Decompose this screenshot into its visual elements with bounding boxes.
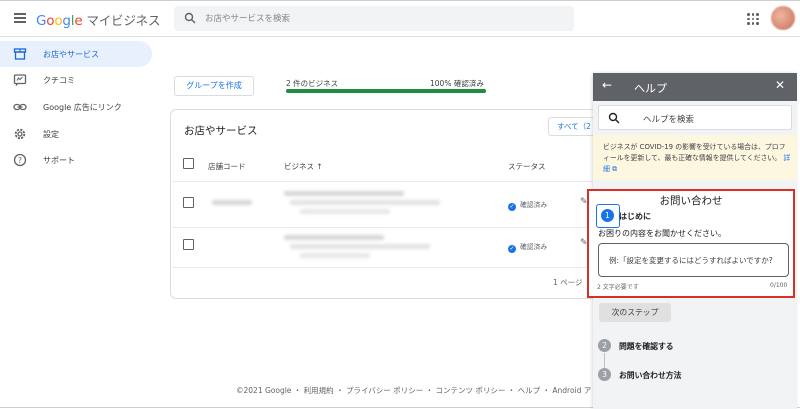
sidebar-item-label: サポート [43, 156, 75, 165]
step3-label[interactable]: お問い合わせ方法 [619, 370, 681, 381]
gear-icon [14, 128, 26, 140]
prompt-text: お困りの内容をお聞かせください。 [598, 229, 726, 238]
external-link-icon: ⧉ [612, 165, 618, 173]
app-frame: Google マイビジネス お店やサービスを検索 お店やサービス クチコミ Goo… [0, 0, 800, 409]
logo-letter: e [74, 13, 83, 29]
search-bar[interactable]: お店やサービスを検索 [174, 6, 574, 31]
step2-label[interactable]: 問題を確認する [619, 341, 674, 352]
divider [172, 181, 598, 182]
character-counter: 0/100 [770, 282, 788, 289]
pagination: 1 ページ [553, 278, 583, 287]
help-title: ヘルプ [634, 82, 667, 95]
business-name-redacted [284, 191, 404, 196]
covid-notice: ビジネスが COVID-19 の影響を受けている場合は、プロフィールを更新して、… [593, 135, 797, 180]
close-icon[interactable]: ✕ [775, 78, 785, 92]
sidebar-item-label: お店やサービス [43, 50, 99, 59]
next-step-button[interactable]: 次のステップ [599, 303, 671, 322]
help-search-bar[interactable]: ヘルプを検索 [598, 105, 792, 130]
textarea-placeholder: 例:「設定を変更するにはどうすればよいですか? [609, 256, 773, 265]
character-requirement: 2 文字必要です [597, 284, 639, 291]
link-icon [13, 103, 27, 111]
step1-label: はじめに [619, 212, 651, 221]
sidebar-item-reviews[interactable]: クチコミ [0, 67, 152, 93]
verification-progress-bar [286, 89, 486, 93]
status-badge: ✓ 確認済み [508, 241, 547, 253]
column-header-store-code[interactable]: 店舗コード [208, 161, 246, 172]
divider [172, 267, 598, 268]
business-count: 2 件のビジネス [286, 79, 339, 88]
verified-percent: 100% 確認済み [430, 79, 484, 88]
help-search-input[interactable]: ヘルプを検索 [643, 113, 694, 125]
search-icon [184, 12, 196, 24]
search-input[interactable]: お店やサービスを検索 [205, 12, 290, 24]
status-badge: ✓ 確認済み [508, 199, 547, 211]
step-number-badge: 3 [598, 368, 611, 381]
divider [172, 227, 598, 228]
create-group-button[interactable]: グループを作成 [174, 76, 254, 96]
footer-links[interactable]: ©2021 Google ・ 利用規約 ・ プライバシー ポリシー ・ コンテン… [236, 385, 591, 396]
sidebar-item-support[interactable]: ? サポート [0, 147, 152, 173]
sidebar-item-label: Google 広告にリンク [43, 103, 122, 112]
sidebar-item-google-ads[interactable]: Google 広告にリンク [0, 94, 152, 120]
store-code-redacted [212, 200, 252, 205]
top-bar: Google マイビジネス お店やサービスを検索 [0, 1, 800, 37]
business-address-redacted [290, 200, 440, 205]
business-name-redacted [284, 235, 384, 240]
logo-letter: G [36, 13, 47, 29]
status-text: 確認済み [520, 201, 548, 209]
step-number-badge: 2 [598, 339, 611, 352]
business-address-redacted [300, 253, 370, 258]
step-connector [604, 353, 605, 369]
reviews-icon [13, 74, 27, 86]
hamburger-menu-icon[interactable] [14, 13, 26, 23]
card-title: お店やサービス [184, 125, 258, 137]
status-text: 確認済み [520, 243, 548, 251]
search-icon [608, 112, 620, 124]
svg-text:?: ? [18, 156, 22, 165]
column-header-status[interactable]: ステータス [508, 161, 546, 172]
logo-letter: g [62, 13, 71, 29]
filter-all-button[interactable]: すべて（2 [548, 117, 598, 136]
column-header-business[interactable]: ビジネス ↑ [284, 161, 323, 172]
google-my-business-logo[interactable]: Google マイビジネス [36, 10, 160, 29]
back-arrow-icon[interactable]: ← [602, 78, 612, 92]
verified-check-icon: ✓ [508, 203, 516, 211]
sidebar: お店やサービス クチコミ Google 広告にリンク 設定 ? サポート [0, 37, 160, 409]
business-address-redacted [290, 244, 430, 249]
step-number-badge: 1 [601, 209, 614, 222]
sidebar-item-locations[interactable]: お店やサービス [0, 41, 152, 67]
product-name: マイビジネス [86, 13, 161, 28]
apps-grid-icon[interactable] [747, 13, 759, 25]
help-header: ← ヘルプ ✕ [593, 73, 797, 101]
notice-text: ビジネスが COVID-19 の影響を受けている場合は、プロフィールを更新して、… [603, 143, 786, 162]
business-address-redacted [300, 209, 390, 214]
progress-fill [286, 89, 486, 93]
sidebar-item-label: クチコミ [43, 76, 75, 85]
issue-description-textarea[interactable]: 例:「設定を変更するにはどうすればよいですか? [598, 243, 789, 277]
row-checkbox[interactable] [183, 197, 194, 208]
row-checkbox[interactable] [183, 239, 194, 250]
verified-check-icon: ✓ [508, 245, 516, 253]
help-circle-icon: ? [13, 153, 27, 167]
sidebar-item-settings[interactable]: 設定 [0, 121, 152, 147]
storefront-icon [13, 48, 27, 60]
contact-form-highlight: お問い合わせ 1 はじめに お困りの内容をお聞かせください。 例:「設定を変更す… [587, 189, 795, 298]
sidebar-item-label: 設定 [43, 130, 59, 139]
select-all-checkbox[interactable] [183, 158, 194, 169]
avatar[interactable] [771, 6, 795, 30]
